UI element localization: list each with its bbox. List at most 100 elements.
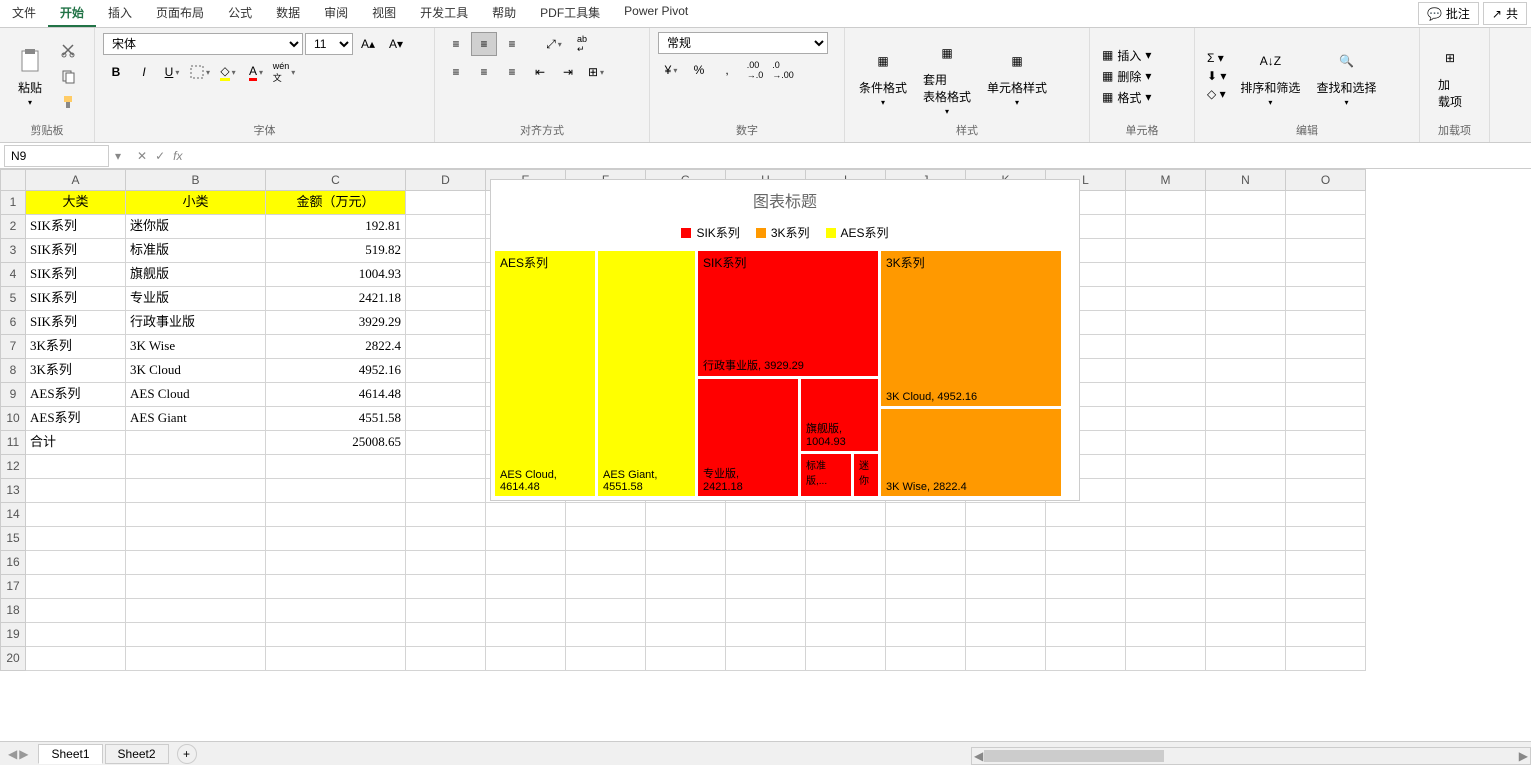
cell-J17[interactable] [886,575,966,599]
cell-A1[interactable]: 大类 [26,191,126,215]
cell-J14[interactable] [886,503,966,527]
menu-插入[interactable]: 插入 [96,0,144,27]
cell-C19[interactable] [266,623,406,647]
row-header-9[interactable]: 9 [0,383,26,407]
cell-A18[interactable] [26,599,126,623]
col-header-D[interactable]: D [406,169,486,191]
cell-G17[interactable] [646,575,726,599]
cell-K14[interactable] [966,503,1046,527]
cell-C18[interactable] [266,599,406,623]
cell-B4[interactable]: 旗舰版 [126,263,266,287]
cell-H15[interactable] [726,527,806,551]
cell-O19[interactable] [1286,623,1366,647]
cell-B11[interactable] [126,431,266,455]
align-middle-button[interactable]: ≡ [471,32,497,56]
cell-J15[interactable] [886,527,966,551]
align-center-button[interactable]: ≡ [471,60,497,84]
cell-B19[interactable] [126,623,266,647]
cell-L18[interactable] [1046,599,1126,623]
cell-A7[interactable]: 3K系列 [26,335,126,359]
border-button[interactable] [187,60,213,84]
menu-PDF工具集[interactable]: PDF工具集 [528,0,612,27]
cell-J16[interactable] [886,551,966,575]
insert-cells-button[interactable]: ▦ 插入 ▾ [1098,46,1155,65]
autosum-button[interactable]: Σ ▾ [1203,50,1230,66]
horizontal-scrollbar[interactable]: ◀ ▶ [971,747,1531,765]
tab-next-icon[interactable]: ▶ [19,747,28,761]
name-box[interactable] [4,145,109,167]
row-header-10[interactable]: 10 [0,407,26,431]
cell-N10[interactable] [1206,407,1286,431]
cell-O13[interactable] [1286,479,1366,503]
col-header-A[interactable]: A [26,169,126,191]
comma-button[interactable]: , [714,58,740,82]
col-header-N[interactable]: N [1206,169,1286,191]
cell-N1[interactable] [1206,191,1286,215]
cell-D10[interactable] [406,407,486,431]
cell-L14[interactable] [1046,503,1126,527]
cell-O7[interactable] [1286,335,1366,359]
cell-B10[interactable]: AES Giant [126,407,266,431]
cell-A10[interactable]: AES系列 [26,407,126,431]
cell-I15[interactable] [806,527,886,551]
cell-B5[interactable]: 专业版 [126,287,266,311]
col-header-B[interactable]: B [126,169,266,191]
cell-N7[interactable] [1206,335,1286,359]
font-color-button[interactable]: A [243,60,269,84]
cell-D13[interactable] [406,479,486,503]
cell-H18[interactable] [726,599,806,623]
row-header-17[interactable]: 17 [0,575,26,599]
cell-O17[interactable] [1286,575,1366,599]
formula-input[interactable] [193,145,1531,167]
sort-filter-button[interactable]: A↓Z排序和筛选▾ [1234,43,1306,109]
tile-aes-giant[interactable]: AES Giant,4551.58 [598,251,695,496]
conditional-format-button[interactable]: ▦条件格式▾ [853,43,913,109]
cell-E18[interactable] [486,599,566,623]
cell-A8[interactable]: 3K系列 [26,359,126,383]
cell-M9[interactable] [1126,383,1206,407]
increase-decimal-button[interactable]: .00→.0 [742,58,768,82]
tile-3k-wise[interactable]: 3K Wise, 2822.4 [881,409,1061,496]
cell-M2[interactable] [1126,215,1206,239]
cell-I19[interactable] [806,623,886,647]
cell-D6[interactable] [406,311,486,335]
delete-cells-button[interactable]: ▦ 删除 ▾ [1098,67,1155,86]
cell-J20[interactable] [886,647,966,671]
cell-D16[interactable] [406,551,486,575]
cell-I17[interactable] [806,575,886,599]
menu-数据[interactable]: 数据 [264,0,312,27]
cell-E20[interactable] [486,647,566,671]
row-header-8[interactable]: 8 [0,359,26,383]
tile-sik-std[interactable]: 标准版,... [801,454,851,496]
cell-O16[interactable] [1286,551,1366,575]
decrease-indent-button[interactable]: ⇤ [527,60,553,84]
cell-D17[interactable] [406,575,486,599]
tile-sik-flag[interactable]: 旗舰版,1004.93 [801,379,878,451]
cell-N18[interactable] [1206,599,1286,623]
font-size-select[interactable]: 11 [305,33,353,55]
wrap-text-button[interactable]: ab↵ [569,32,595,56]
cell-O6[interactable] [1286,311,1366,335]
cell-M20[interactable] [1126,647,1206,671]
cell-C16[interactable] [266,551,406,575]
row-header-5[interactable]: 5 [0,287,26,311]
cell-M14[interactable] [1126,503,1206,527]
cell-K17[interactable] [966,575,1046,599]
cell-A5[interactable]: SIK系列 [26,287,126,311]
cell-styles-button[interactable]: ▦单元格样式▾ [981,43,1053,109]
cell-C8[interactable]: 4952.16 [266,359,406,383]
row-header-15[interactable]: 15 [0,527,26,551]
cell-M5[interactable] [1126,287,1206,311]
copy-button[interactable] [56,64,80,88]
cell-M3[interactable] [1126,239,1206,263]
cell-F17[interactable] [566,575,646,599]
cell-E19[interactable] [486,623,566,647]
cell-G15[interactable] [646,527,726,551]
tile-sik-mini[interactable]: 迷你 [854,454,878,496]
italic-button[interactable]: I [131,60,157,84]
cell-L19[interactable] [1046,623,1126,647]
cell-O12[interactable] [1286,455,1366,479]
cell-D5[interactable] [406,287,486,311]
cell-D7[interactable] [406,335,486,359]
sheet-tab-Sheet1[interactable]: Sheet1 [38,744,102,764]
